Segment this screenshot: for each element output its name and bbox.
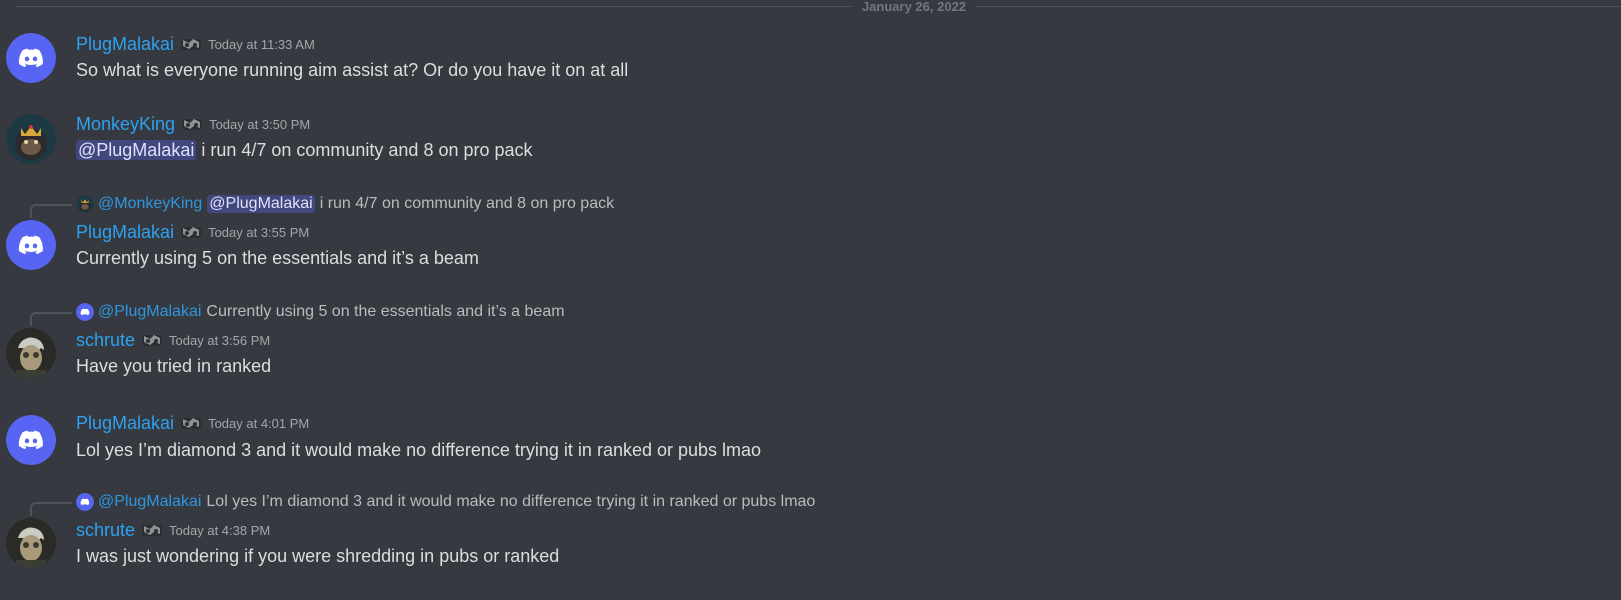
message-header: schrute Today at 3:56 PM <box>76 329 270 351</box>
divider-date: January 26, 2022 <box>861 0 967 14</box>
reply-text: Lol yes I’m diamond 3 and it would make … <box>206 493 816 510</box>
timestamp[interactable]: Today at 3:55 PM <box>208 225 309 240</box>
timestamp[interactable]: Today at 3:50 PM <box>209 117 310 132</box>
reply-spine <box>30 502 72 516</box>
reply-avatar <box>76 195 94 213</box>
discord-logo-icon <box>6 33 56 83</box>
username[interactable]: schrute <box>76 520 135 541</box>
message-content: @PlugMalakai i run 4/7 on community and … <box>76 138 533 162</box>
chat-messages: January 26, 2022 PlugMalakai Today at 11… <box>0 0 1621 600</box>
reply-author[interactable]: @PlugMalakai <box>98 493 201 511</box>
reply-spine <box>30 312 72 326</box>
discord-logo-icon <box>6 415 56 465</box>
avatar[interactable] <box>6 114 56 164</box>
username[interactable]: PlugMalakai <box>76 34 174 55</box>
message: @PlugMalakai Lol yes I’m diamond 3 and i… <box>0 492 1621 572</box>
message: MonkeyKing Today at 3:50 PM @PlugMalakai… <box>0 110 1621 170</box>
avatar[interactable] <box>6 328 56 378</box>
monkey-avatar-icon <box>6 114 56 164</box>
reply-preview[interactable]: @PlugMalakai Lol yes I’m diamond 3 and i… <box>76 492 815 512</box>
mention[interactable]: @PlugMalakai <box>207 195 315 213</box>
message-header: PlugMalakai Today at 4:01 PM <box>76 412 309 434</box>
message-text: i run 4/7 on community and 8 on pro pack <box>196 140 533 160</box>
mention[interactable]: @PlugMalakai <box>76 140 197 160</box>
message-header: schrute Today at 4:38 PM <box>76 519 270 541</box>
message-content: Have you tried in ranked <box>76 356 272 376</box>
badge-icon[interactable] <box>141 522 163 538</box>
badge-icon[interactable] <box>180 36 202 52</box>
reply-text: Currently using 5 on the essentials and … <box>206 303 565 320</box>
reply-author[interactable]: @MonkeyKing <box>98 195 202 213</box>
divider-line <box>976 6 1621 7</box>
discord-logo-icon <box>6 220 56 270</box>
reply-preview[interactable]: @MonkeyKing @PlugMalakai i run 4/7 on co… <box>76 194 614 214</box>
badge-icon[interactable] <box>180 224 202 240</box>
reply-preview[interactable]: @PlugMalakai Currently using 5 on the es… <box>76 302 565 322</box>
avatar[interactable] <box>6 220 56 270</box>
timestamp[interactable]: Today at 11:33 AM <box>208 37 315 52</box>
message: PlugMalakai Today at 4:01 PM Lol yes I’m… <box>0 412 1621 472</box>
schrute-avatar-icon <box>6 518 56 568</box>
reply-spine <box>30 204 72 218</box>
avatar[interactable] <box>6 33 56 83</box>
reply-author[interactable]: @PlugMalakai <box>98 303 201 321</box>
timestamp[interactable]: Today at 4:38 PM <box>169 523 270 538</box>
username[interactable]: PlugMalakai <box>76 222 174 243</box>
reply-avatar <box>76 303 94 321</box>
message-content: Currently using 5 on the essentials and … <box>76 248 479 268</box>
username[interactable]: MonkeyKing <box>76 114 175 135</box>
timestamp[interactable]: Today at 4:01 PM <box>208 416 309 431</box>
message-header: PlugMalakai Today at 11:33 AM <box>76 33 315 55</box>
avatar[interactable] <box>6 518 56 568</box>
username[interactable]: schrute <box>76 330 135 351</box>
timestamp[interactable]: Today at 3:56 PM <box>169 333 270 348</box>
message-content: I was just wondering if you were shreddi… <box>76 546 560 566</box>
badge-icon[interactable] <box>180 415 202 431</box>
message-content: So what is everyone running aim assist a… <box>76 60 629 80</box>
discord-logo-icon <box>76 303 94 321</box>
message: PlugMalakai Today at 11:33 AM So what is… <box>0 30 1621 90</box>
message-content: Lol yes I’m diamond 3 and it would make … <box>76 440 762 460</box>
discord-logo-icon <box>76 493 94 511</box>
date-divider: January 26, 2022 <box>0 0 1621 14</box>
badge-icon[interactable] <box>181 116 203 132</box>
message: @MonkeyKing @PlugMalakai i run 4/7 on co… <box>0 194 1621 274</box>
avatar[interactable] <box>6 415 56 465</box>
monkey-avatar-icon <box>76 195 94 213</box>
reply-text: i run 4/7 on community and 8 on pro pack <box>319 195 615 212</box>
message: @PlugMalakai Currently using 5 on the es… <box>0 302 1621 382</box>
message-header: PlugMalakai Today at 3:55 PM <box>76 221 309 243</box>
reply-avatar <box>76 493 94 511</box>
divider-line <box>16 6 852 7</box>
username[interactable]: PlugMalakai <box>76 413 174 434</box>
message-header: MonkeyKing Today at 3:50 PM <box>76 113 310 135</box>
schrute-avatar-icon <box>6 328 56 378</box>
badge-icon[interactable] <box>141 332 163 348</box>
